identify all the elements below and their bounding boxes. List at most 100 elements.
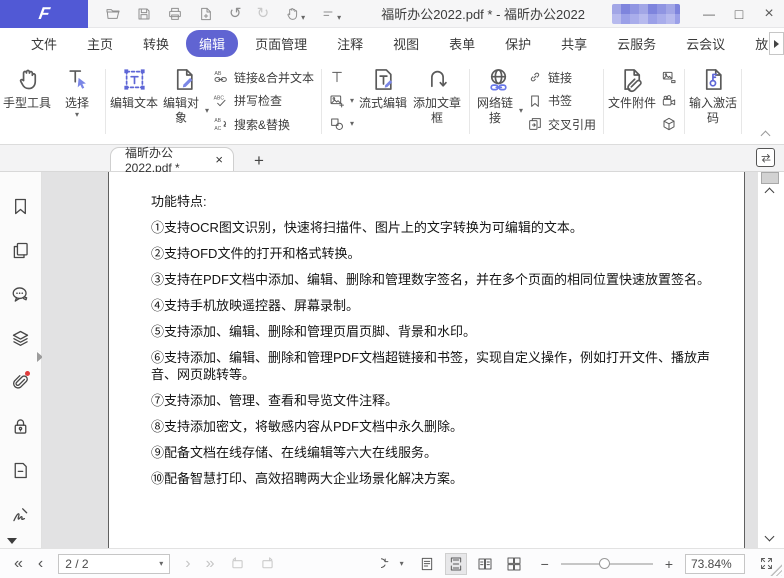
- fullscreen-button[interactable]: [759, 556, 774, 571]
- account-badge-blurred[interactable]: [612, 4, 680, 24]
- new-page-icon[interactable]: [198, 6, 214, 22]
- zoom-slider[interactable]: [561, 563, 653, 565]
- bookmark-button[interactable]: 书签: [527, 91, 596, 111]
- flow-edit-button[interactable]: 流式编辑: [358, 61, 408, 142]
- file-attachment-button[interactable]: 文件附件: [607, 61, 657, 142]
- spell-check-button[interactable]: ABC 拼写检查: [213, 91, 314, 111]
- panel-destinations-button[interactable]: [10, 460, 31, 504]
- edit-text-button[interactable]: 编辑文本: [109, 61, 159, 142]
- document-tab-active[interactable]: 福昕办公2022.pdf * ×: [110, 147, 234, 171]
- open-file-icon[interactable]: [105, 6, 121, 22]
- first-page-button[interactable]: «: [14, 556, 23, 572]
- app-logo: F: [0, 0, 88, 28]
- panel-more-icon[interactable]: [7, 538, 17, 544]
- spell-check-label: 拼写检查: [234, 92, 282, 109]
- add-shape-button[interactable]: ▾: [329, 114, 354, 134]
- single-page-view-button[interactable]: [416, 553, 438, 575]
- add-image-annotation-button[interactable]: [661, 67, 677, 87]
- last-page-button[interactable]: »: [206, 556, 215, 572]
- menu-overflow-button[interactable]: [769, 32, 784, 55]
- menu-tab-share[interactable]: 共享: [548, 30, 600, 57]
- panel-comments-button[interactable]: [10, 284, 31, 328]
- vertical-scrollbar[interactable]: [757, 172, 784, 548]
- menu-tab-file[interactable]: 文件: [18, 30, 70, 57]
- comments-panel-icon: [10, 284, 31, 305]
- zoom-slider-thumb[interactable]: [599, 558, 610, 569]
- continuous-view-button[interactable]: [445, 553, 467, 575]
- search-replace-button[interactable]: ABAC 搜索&替换: [213, 114, 314, 134]
- menu-tab-page-manage[interactable]: 页面管理: [242, 30, 320, 57]
- rotate-view-button[interactable]: [381, 556, 397, 572]
- scroll-down-icon[interactable]: [765, 532, 775, 542]
- zoom-out-button[interactable]: −: [541, 557, 549, 571]
- menu-tab-cloud-meeting[interactable]: 云会议: [673, 30, 738, 57]
- page-number-box[interactable]: 2 / 2 ▾: [58, 554, 170, 574]
- zoom-level-value: 73.84%: [691, 557, 732, 571]
- hand-mode-button[interactable]: ▾: [284, 6, 305, 22]
- menu-tab-convert[interactable]: 转换: [130, 30, 182, 57]
- link-tools-stack: 链接 书签 交叉引用: [523, 61, 600, 142]
- activation-code-button[interactable]: 输入激活码: [688, 61, 738, 142]
- next-view-button[interactable]: [259, 555, 276, 572]
- panel-bookmarks-button[interactable]: [10, 196, 31, 240]
- cross-reference-label: 交叉引用: [548, 116, 596, 133]
- link-merge-text-button[interactable]: AB 链接&合并文本: [213, 67, 314, 87]
- destinations-panel-icon: [10, 460, 31, 481]
- scrollbar-thumb[interactable]: [761, 172, 779, 184]
- swap-arrows-icon: [759, 151, 773, 165]
- menu-tab-cloud-service[interactable]: 云服务: [604, 30, 669, 57]
- menu-tab-form[interactable]: 表单: [436, 30, 488, 57]
- zoom-in-button[interactable]: +: [665, 557, 673, 571]
- doc-line: ⑦支持添加、管理、查看和导览文件注释。: [151, 392, 728, 409]
- select-tool-button[interactable]: 选择 ▾: [52, 61, 102, 142]
- minimize-button[interactable]: —: [694, 0, 724, 28]
- swap-view-button[interactable]: [756, 148, 775, 167]
- previous-view-button[interactable]: [229, 555, 246, 572]
- add-text-button[interactable]: [329, 67, 354, 87]
- undo-icon[interactable]: ↺: [229, 6, 242, 21]
- close-button[interactable]: ×: [754, 0, 784, 28]
- zoom-level-box[interactable]: 73.84%: [685, 554, 745, 574]
- edit-text-label: 编辑文本: [110, 96, 158, 111]
- bookmark-icon: [527, 93, 543, 109]
- menu-tab-home[interactable]: 主页: [74, 30, 126, 57]
- continuous-facing-view-button[interactable]: [503, 553, 525, 575]
- facing-view-button[interactable]: [474, 553, 496, 575]
- new-tab-button[interactable]: +: [254, 152, 264, 169]
- rotate-caret-icon[interactable]: ▾: [400, 560, 404, 568]
- customize-toolbar-button[interactable]: ▾: [320, 6, 341, 22]
- print-icon[interactable]: [167, 6, 183, 22]
- menu-tab-edit-active[interactable]: 编辑: [186, 30, 238, 57]
- cross-reference-button[interactable]: 交叉引用: [527, 114, 596, 134]
- panel-attachments-button[interactable]: [10, 372, 31, 416]
- add-image-button[interactable]: ▾: [329, 91, 354, 111]
- maximize-button[interactable]: □: [724, 0, 754, 28]
- redo-icon[interactable]: ↻: [257, 6, 270, 21]
- save-icon[interactable]: [136, 6, 152, 22]
- add-article-button[interactable]: 添加文章框: [408, 61, 466, 142]
- menu-tab-comment[interactable]: 注释: [324, 30, 376, 57]
- panel-layers-button[interactable]: [10, 328, 31, 372]
- ribbon-collapse-button[interactable]: [762, 126, 772, 136]
- menu-tab-view[interactable]: 视图: [380, 30, 432, 57]
- hand-tool-button[interactable]: 手型工具: [2, 61, 52, 142]
- panel-security-button[interactable]: [10, 416, 31, 460]
- edit-object-button[interactable]: 编辑对象 ▾: [159, 61, 209, 142]
- panel-page-thumbnails-button[interactable]: [10, 240, 31, 284]
- link-button[interactable]: 链接: [527, 67, 596, 87]
- pdf-page[interactable]: 功能特点: ①支持OCR图文识别，快速将扫描件、图片上的文字转换为可编辑的文本。…: [108, 172, 745, 548]
- add-video-button[interactable]: [661, 91, 677, 111]
- add-3d-button[interactable]: [661, 114, 677, 134]
- document-tab-bar: 福昕办公2022.pdf * × +: [0, 145, 784, 172]
- next-page-button[interactable]: ›: [185, 556, 190, 572]
- document-canvas[interactable]: 功能特点: ①支持OCR图文识别，快速将扫描件、图片上的文字转换为可编辑的文本。…: [42, 172, 757, 548]
- web-link-button[interactable]: 网络链接 ▾: [473, 61, 523, 142]
- doc-heading: 功能特点:: [151, 193, 728, 210]
- menu-tab-protect[interactable]: 保护: [492, 30, 544, 57]
- scroll-up-icon[interactable]: [765, 188, 775, 198]
- previous-page-button[interactable]: ‹: [38, 556, 43, 572]
- tab-close-icon[interactable]: ×: [215, 152, 223, 167]
- navigation-panel-rail: [0, 172, 42, 548]
- previous-view-icon: [229, 555, 246, 572]
- ribbon-divider: [469, 69, 470, 134]
